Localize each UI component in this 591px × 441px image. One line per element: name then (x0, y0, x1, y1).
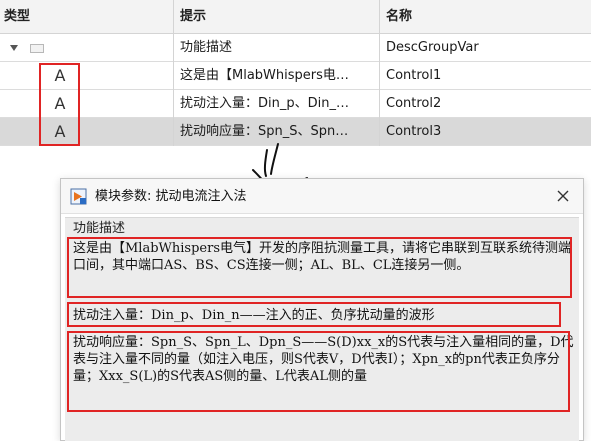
dialog-titlebar[interactable]: 模块参数: 扰动电流注入法 (61, 179, 583, 214)
disturbance-response-text: 扰动响应量：Spn_S、Spn_L、Dpn_S——S(D)xx_x的S代表与注入… (73, 335, 574, 384)
dialog-title: 模块参数: 扰动电流注入法 (95, 189, 247, 204)
block-parameters-dialog: 模块参数: 扰动电流注入法 功能描述 这是由【MlabWhispers电气】开发… (60, 178, 584, 441)
table-header: 类型 提示 名称 (0, 0, 591, 34)
table-row[interactable]: 功能描述 DescGroupVar (0, 34, 591, 62)
description-text: 这是由【MlabWhispers电气】开发的序阻抗测量工具，请将它串联到互联系统… (73, 241, 572, 273)
hint-cell: 功能描述 (174, 34, 380, 62)
name-cell: Control1 (386, 68, 442, 83)
name-cell: Control2 (386, 96, 442, 111)
group-folder-icon (30, 44, 44, 53)
type-cell (0, 34, 174, 62)
simulink-block-icon (70, 188, 87, 205)
parameter-table: 类型 提示 名称 功能描述 DescGroupVar A 这是由【MlabWhi… (0, 0, 591, 146)
col-header-type[interactable]: 类型 (0, 0, 174, 34)
type-column-highlight (39, 63, 80, 146)
name-cell: DescGroupVar (386, 40, 479, 55)
close-button[interactable] (553, 186, 573, 206)
table-row[interactable]: A 扰动注入量：Din_p、Din_… Control2 (0, 90, 591, 118)
close-icon (557, 190, 569, 202)
description-panel: 功能描述 这是由【MlabWhispers电气】开发的序阻抗测量工具，请将它串联… (65, 217, 579, 441)
section-label: 功能描述 (73, 221, 126, 236)
table-row[interactable]: A 这是由【MlabWhispers电… Control1 (0, 62, 591, 90)
name-cell: Control3 (386, 124, 442, 139)
type-cell: A (0, 118, 174, 146)
col-header-hint[interactable]: 提示 (174, 0, 380, 34)
col-header-name[interactable]: 名称 (380, 0, 591, 34)
hint-cell: 扰动注入量：Din_p、Din_… (174, 90, 380, 118)
hint-cell: 这是由【MlabWhispers电… (174, 62, 380, 90)
expand-triangle-icon[interactable] (10, 45, 18, 51)
type-cell: A (0, 90, 174, 118)
disturbance-injection-text: 扰动注入量：Din_p、Din_n——注入的正、负序扰动量的波形 (73, 308, 435, 323)
type-cell: A (0, 62, 174, 90)
